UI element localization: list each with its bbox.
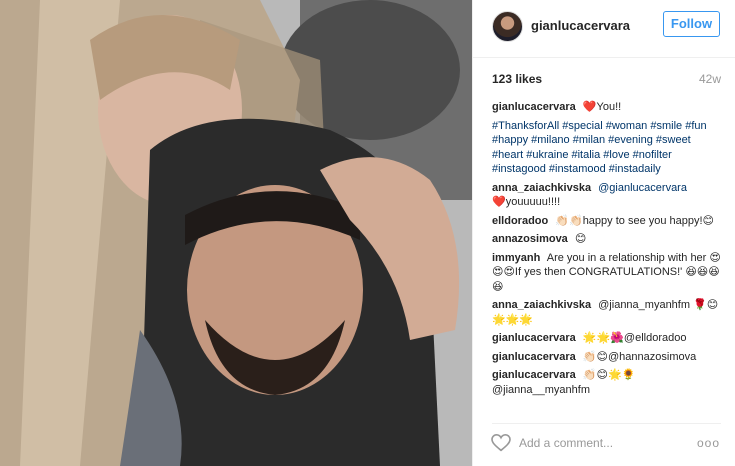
comment-text: 😊 [574,233,587,245]
comment-item: elldoradoo 👏🏻👏🏻happy to see you happy!😊 [492,214,724,229]
comment-item: #ThanksforAll #special #woman #smile #fu… [492,119,724,177]
add-comment-input[interactable] [519,433,689,453]
more-options-icon[interactable]: ooo [697,436,721,450]
comment-author[interactable]: anna_zaiachkivska [492,182,591,194]
comment-item: anna_zaiachkivska @gianlucacervara ❤️you… [492,181,724,210]
comment-text: ❤️youuuuu!!!! [492,196,561,208]
comment-author[interactable]: gianlucacervara [492,351,576,363]
comment-text: 🌟🌟🌺@elldoradoo [582,332,687,344]
comment-author[interactable]: immyanh [492,252,540,264]
comment-author[interactable]: gianlucacervara [492,101,576,113]
comment-text: 👏🏻😊@hannazosimova [582,350,697,363]
avatar[interactable] [492,11,523,42]
post-meta: 123 likes 42w [492,72,721,88]
comment-author[interactable]: elldoradoo [492,215,548,227]
comment-mention[interactable]: @gianlucacervara [598,182,687,194]
like-count[interactable]: 123 likes [492,72,542,86]
comment-item: gianlucacervara 🌟🌟🌺@elldoradoo [492,331,724,346]
post-photo-illustration [0,0,472,466]
post-details-panel: gianlucacervara Follow 123 likes 42w gia… [472,0,735,466]
hashtag-list[interactable]: #ThanksforAll #special #woman #smile #fu… [492,120,707,176]
comment-text: ❤️You!! [582,101,622,113]
comment-item: gianlucacervara 👏🏻😊🌟🌻 @jianna__myanhfm [492,368,724,397]
heart-icon[interactable] [491,434,511,452]
comment-author[interactable]: annazosimova [492,233,568,245]
comment-author[interactable]: anna_zaiachkivska [492,299,591,311]
comment-text: 👏🏻👏🏻happy to see you happy!😊 [555,214,715,227]
comment-item: annazosimova 😊 [492,232,724,247]
post-age[interactable]: 42w [699,72,721,86]
comment-item: immyanh Are you in a relationship with h… [492,251,724,295]
comments-list: gianlucacervara ❤️You!! #ThanksforAll #s… [492,100,724,418]
comment-author[interactable]: gianlucacervara [492,332,576,344]
post-header: gianlucacervara Follow [473,0,735,58]
comment-item: gianlucacervara 👏🏻😊@hannazosimova [492,350,724,365]
comment-author[interactable]: gianlucacervara [492,369,576,381]
comment-item: gianlucacervara ❤️You!! [492,100,724,115]
comment-item: anna_zaiachkivska @jianna_myanhfm 🌹😊🌟🌟🌟 [492,298,724,327]
post-photo[interactable] [0,0,472,466]
follow-button[interactable]: Follow [663,11,720,37]
author-username[interactable]: gianlucacervara [531,18,630,33]
post-footer: ooo [473,424,735,466]
